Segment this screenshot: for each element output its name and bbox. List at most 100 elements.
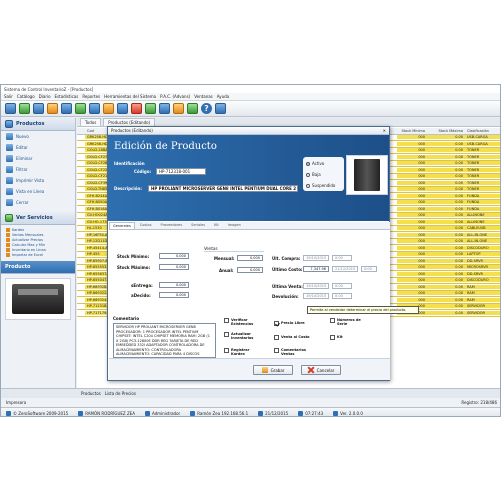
ult-costo-input[interactable]: 7,347.96: [303, 266, 329, 272]
cell-stock-max: 0.00: [427, 291, 465, 296]
description-input[interactable]: HP PROLIANT MICROSERVER GEN8 INTEL PENTI…: [148, 185, 298, 192]
tab-products-editing[interactable]: Productos (Editando): [103, 118, 156, 126]
cancel-button[interactable]: Cancelar: [301, 365, 341, 375]
settings-tool-icon[interactable]: [145, 103, 156, 114]
check-actualizar[interactable]: Actualizar Inventarios: [224, 332, 264, 340]
radio-suspendido[interactable]: Suspendido: [306, 183, 335, 188]
check-venta-costo[interactable]: Venta al Costo: [274, 335, 319, 340]
menu-item[interactable]: Salir: [4, 94, 13, 99]
code-input[interactable]: HP-712318-001: [156, 168, 206, 175]
invoice-tool-icon[interactable]: [103, 103, 114, 114]
radio-activo[interactable]: Activo: [306, 161, 324, 166]
reports-tool-icon[interactable]: [89, 103, 100, 114]
dialog-tab[interactable]: Seriales: [187, 221, 209, 229]
suppliers-tool-icon[interactable]: [33, 103, 44, 114]
tab-products-bottom[interactable]: Productos: [81, 391, 101, 396]
defecto-input[interactable]: 0.000: [159, 292, 189, 298]
cell-class: CABLEUSB: [465, 226, 500, 231]
cell-stock-max: 0.00: [427, 265, 465, 270]
ult-costo-time[interactable]: 0:00: [361, 266, 377, 272]
dialog-tab[interactable]: Imagen: [224, 221, 245, 229]
sidebar-item-label: Vista en Línea: [16, 189, 45, 194]
menu-item[interactable]: Diario: [39, 94, 51, 99]
stock-max-input[interactable]: 0.000: [159, 264, 189, 270]
ult-compra-time[interactable]: 0:00: [332, 255, 352, 261]
col-stock-min[interactable]: Stock Mínimo: [397, 129, 427, 133]
menu-item[interactable]: P.A.C. (Advans): [160, 94, 190, 99]
ventas-divider: [204, 251, 264, 252]
ult-compra-date[interactable]: 19/10/2015: [303, 255, 329, 261]
check-numeros-serie[interactable]: Números de Serie: [330, 318, 370, 326]
cell-class: TONER: [465, 154, 500, 159]
cell-class: FUNDA: [465, 206, 500, 211]
comentario-textarea[interactable]: SERVIDOR HP PROLIANT MICROSERVER GEN8 PR…: [113, 323, 216, 358]
ult-costo-date[interactable]: 21/12/2015: [332, 266, 358, 272]
radio-baja[interactable]: Baja: [306, 172, 321, 177]
cell-stock-min: 000: [397, 245, 427, 250]
menu-item[interactable]: Catálogo: [17, 94, 35, 99]
menu-item[interactable]: Reportes: [82, 94, 100, 99]
devolucion-date[interactable]: 19/10/2015: [303, 293, 329, 299]
tab-price-list[interactable]: Lista de Precios: [105, 391, 136, 396]
sidebar-item[interactable]: Filtrar: [1, 164, 75, 175]
products-tool-icon[interactable]: [5, 103, 16, 114]
check-kit[interactable]: Kit: [330, 335, 360, 340]
dialog-title-bar: Productos (Editando) ✕: [108, 127, 389, 135]
ult-venta-time[interactable]: 0:00: [332, 283, 352, 289]
dialog-close-icon[interactable]: ✕: [383, 128, 386, 133]
menu-item[interactable]: Ayuda: [217, 94, 229, 99]
tab-all[interactable]: Todos: [80, 118, 102, 126]
dialog-tab[interactable]: Proveedores: [157, 221, 187, 229]
cell-stock-min: 000: [397, 284, 427, 289]
sales-tool-icon[interactable]: [47, 103, 58, 114]
menu-item[interactable]: Estadísticas: [55, 94, 79, 99]
link-icon: [6, 247, 10, 252]
check-comentarios[interactable]: Comentarios Ventas: [274, 348, 319, 356]
sidebar-link[interactable]: Importar de Excel: [1, 252, 75, 257]
defecto-label: aDecido:: [131, 293, 151, 298]
tools-tool-icon[interactable]: [187, 103, 198, 114]
cell-stock-min: 000: [397, 297, 427, 302]
check-kardex[interactable]: Registrar Kardex: [224, 348, 264, 356]
cell-stock-min: 000: [397, 141, 427, 146]
users-tool-icon[interactable]: [159, 103, 170, 114]
dialog-tab[interactable]: Costos: [136, 221, 156, 229]
clients-tool-icon[interactable]: [19, 103, 30, 114]
col-class[interactable]: Clasificación: [465, 129, 500, 133]
menu-item[interactable]: Ventanas: [194, 94, 213, 99]
sidebar-item[interactable]: Editar: [1, 142, 75, 153]
mensual-input[interactable]: 0.000: [237, 255, 263, 261]
cell-stock-max: 0.00: [427, 180, 465, 185]
check-precio-libre[interactable]: Precio Libre: [274, 321, 314, 326]
sidebar-item[interactable]: Vista en Línea: [1, 186, 75, 197]
monitor-tool-icon[interactable]: [215, 103, 226, 114]
sidebar-item[interactable]: Cerrar: [1, 197, 75, 208]
backup-tool-icon[interactable]: [173, 103, 184, 114]
products-panel-header[interactable]: Productos: [1, 118, 75, 131]
col-stock-max[interactable]: Stock Máximo: [427, 129, 465, 133]
dialog-tab[interactable]: Kit: [210, 221, 223, 229]
menu-item[interactable]: Herramientas del Sistema: [104, 94, 156, 99]
sentrega-input[interactable]: 0.000: [159, 282, 189, 288]
check-verificar[interactable]: Verificar Existencias: [224, 318, 264, 326]
save-button[interactable]: Grabar: [253, 365, 293, 375]
purchases-tool-icon[interactable]: [61, 103, 72, 114]
cancel-tool-icon[interactable]: [131, 103, 142, 114]
sidebar-item[interactable]: Nuevo: [1, 131, 75, 142]
devolucion-time[interactable]: 0:00: [332, 293, 352, 299]
stock-min-input[interactable]: 0.000: [159, 253, 189, 259]
dialog-tab[interactable]: Generales: [109, 222, 135, 229]
cell-stock-max: 0.00: [427, 271, 465, 276]
services-panel-header[interactable]: Ver Servicios: [1, 212, 75, 225]
calculator-tool-icon[interactable]: [117, 103, 128, 114]
cell-stock-max: 0.00: [427, 193, 465, 198]
sidebar-item[interactable]: Eliminar: [1, 153, 75, 164]
help-icon[interactable]: ?: [201, 103, 212, 114]
inventory-tool-icon[interactable]: [75, 103, 86, 114]
ult-venta-date[interactable]: 19/10/2015: [303, 283, 329, 289]
anual-input[interactable]: 0.000: [237, 267, 263, 273]
menu-bar: Salir Catálogo Diario Estadísticas Reportes H…: [1, 93, 500, 101]
code-label: Código:: [134, 169, 152, 174]
product-photo: [346, 155, 388, 195]
sidebar-item[interactable]: Imprimir Vista: [1, 175, 75, 186]
